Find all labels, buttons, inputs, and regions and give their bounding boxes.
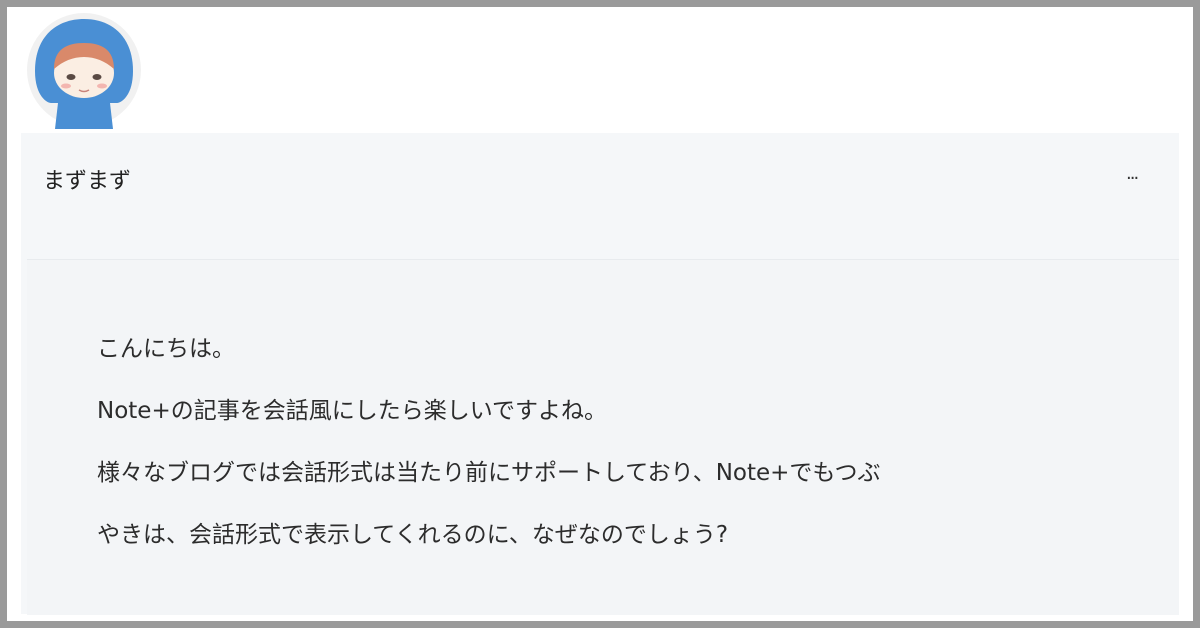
screenshot-frame: まずまず ... こんにちは。 Note+の記事を会話風にしたら楽しいですよね。… <box>0 0 1200 628</box>
post-card: まずまず ... こんにちは。 Note+の記事を会話風にしたら楽しいですよね。… <box>21 133 1179 615</box>
message-line: Note+の記事を会話風にしたら楽しいですよね。 <box>97 398 608 424</box>
more-options-button[interactable]: ... <box>1126 163 1139 184</box>
message-line: やきは、会話形式で表示してくれるのに、なぜなのでしょう? <box>97 522 729 548</box>
message-line: こんにちは。 <box>97 336 235 362</box>
message-bubble: こんにちは。 Note+の記事を会話風にしたら楽しいですよね。 様々なブログでは… <box>27 259 1179 615</box>
message-line: 様々なブログでは会話形式は当たり前にサポートしており、Note+でもつぶ <box>97 460 881 486</box>
author-name[interactable]: まずまず <box>43 163 131 195</box>
post-header <box>7 7 1193 133</box>
avatar[interactable] <box>25 11 143 129</box>
